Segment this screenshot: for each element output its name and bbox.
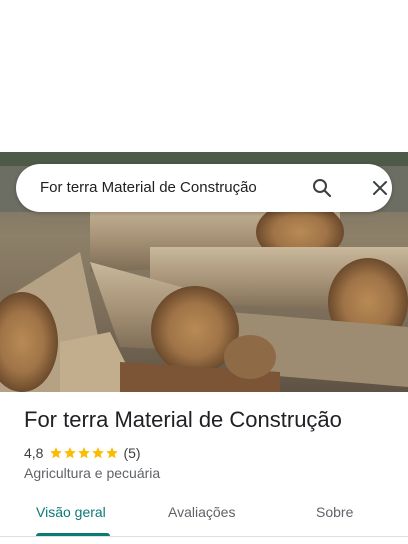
rating-value: 4,8: [24, 445, 44, 461]
tab-divider: [0, 536, 408, 537]
review-count: (5): [123, 445, 141, 461]
tab-about[interactable]: Sobre: [316, 504, 353, 520]
top-blank-area: [0, 0, 408, 152]
star-icon: [50, 447, 63, 459]
tab-overview[interactable]: Visão geral: [36, 504, 106, 520]
star-icon: [64, 447, 77, 459]
star-icon: [106, 447, 119, 459]
search-bar[interactable]: For terra Material de Construção: [16, 164, 392, 212]
rating-row[interactable]: 4,8 (5): [24, 444, 141, 462]
star-icon: [92, 447, 105, 459]
close-icon[interactable]: [368, 176, 392, 200]
tab-bar: Visão geral Avaliações Sobre: [0, 492, 408, 544]
star-icon: [78, 447, 91, 459]
star-rating: [49, 446, 119, 460]
search-input[interactable]: For terra Material de Construção: [40, 164, 257, 212]
place-category: Agricultura e pecuária: [24, 465, 161, 481]
place-title: For terra Material de Construção: [24, 407, 342, 432]
tab-reviews[interactable]: Avaliações: [168, 504, 235, 520]
search-icon[interactable]: [310, 176, 334, 200]
